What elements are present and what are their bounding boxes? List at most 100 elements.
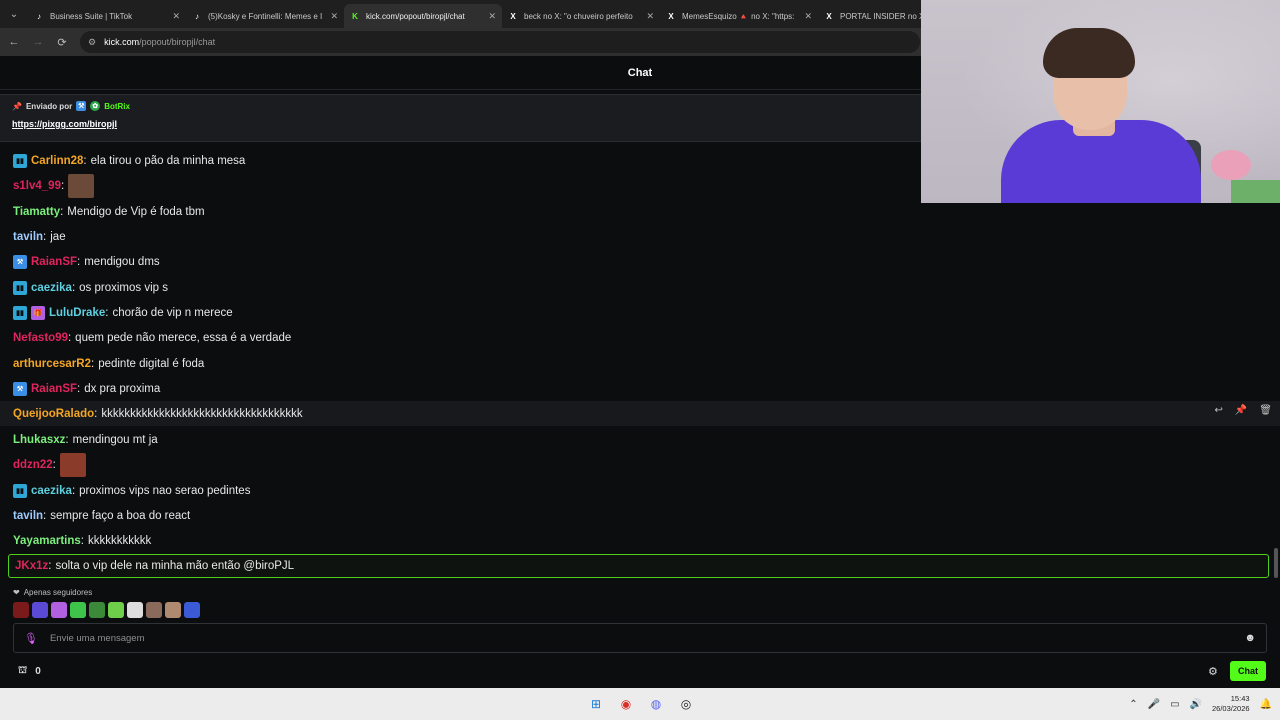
send-chat-button[interactable]: Chat <box>1230 661 1266 681</box>
chat-username[interactable]: taviln <box>13 231 43 243</box>
tray-volume-icon[interactable]: 🔊 <box>1190 699 1202 710</box>
tab-strip: ♪ Business Suite | TikTok ✕ ♪ (5)Kosky e Fon… <box>28 0 976 28</box>
browser-tab[interactable]: Kkick.com/popout/biropjl/chat ✕ <box>344 4 502 28</box>
username-separator: : <box>71 281 76 294</box>
browser-tab[interactable]: X MemesEsquizo 🔺 no X: "https: ✕ <box>660 4 818 28</box>
chat-message-text: mendigou dms <box>84 255 160 268</box>
quick-emote[interactable] <box>108 602 124 618</box>
tab-search-icon[interactable]: ⌄ <box>0 0 28 28</box>
pinned-link[interactable]: https://pixgg.com/biropjl <box>12 119 910 129</box>
tiktok-icon: ♪ <box>37 11 41 21</box>
quick-emote[interactable] <box>127 602 143 618</box>
site-info-icon[interactable]: ⚙ <box>88 37 96 48</box>
channel-points[interactable]: ⛫ 0 <box>18 665 41 678</box>
chat-message[interactable]: ▮▮ caezika: os proximos vip s <box>0 275 1280 300</box>
chat-username[interactable]: Tiamatty <box>13 206 60 218</box>
quick-emote[interactable] <box>51 602 67 618</box>
tab-title: beck no X: "o chuveiro perfeito <box>524 11 633 21</box>
browser-tab[interactable]: ♪ (5)Kosky e Fontinelli: Memes e I ✕ <box>186 4 344 28</box>
chat-message[interactable]: ⚒ RaianSF: dx pra proxima <box>0 376 1280 401</box>
back-icon[interactable]: ← <box>2 36 26 48</box>
message-actions: ↩ 📌 🗑 <box>1214 405 1272 416</box>
chat-username[interactable]: Carlinn28 <box>31 155 83 167</box>
settings-gear-icon[interactable]: ⚙ <box>1208 665 1218 678</box>
tab-title: (5)Kosky e Fontinelli: Memes e I <box>208 11 323 21</box>
quick-emote[interactable] <box>70 602 86 618</box>
chat-username[interactable]: taviln <box>13 510 43 522</box>
chat-message[interactable]: Yayamartins: kkkkkkkkkkk <box>0 528 1280 553</box>
chat-message-text: quem pede não merece, essa é a verdade <box>75 331 292 344</box>
delete-icon[interactable]: 🗑 <box>1259 405 1272 416</box>
chat-emote[interactable] <box>68 173 95 198</box>
chat-username[interactable]: caezika <box>31 282 72 294</box>
chat-username[interactable]: JKx1z <box>15 560 48 572</box>
reply-icon[interactable]: ↩ <box>1214 405 1222 416</box>
quick-emote[interactable] <box>184 602 200 618</box>
chat-username[interactable]: Yayamartins <box>13 535 81 547</box>
url-host: kick.com <box>104 37 140 47</box>
chrome-icon[interactable]: ◉ <box>616 694 636 714</box>
chat-username[interactable]: s1lv4_99 <box>13 180 61 192</box>
url-field[interactable]: ⚙ kick.com/popout/biropjl/chat <box>80 31 920 53</box>
chat-username[interactable]: Nefasto99 <box>13 332 68 344</box>
tab-close-icon[interactable]: ✕ <box>488 11 496 22</box>
quick-emote[interactable] <box>165 602 181 618</box>
chat-username[interactable]: RaianSF <box>31 256 77 268</box>
system-clock[interactable]: 15:43 26/03/2026 <box>1212 694 1250 714</box>
chat-message-text: kkkkkkkkkkk <box>87 534 152 547</box>
browser-tab[interactable]: ♪ Business Suite | TikTok ✕ <box>28 4 186 28</box>
chat-message[interactable]: ddzn22: <box>0 452 1280 477</box>
microphone-icon[interactable]: 🎙 <box>24 632 38 645</box>
subscriber-badge-icon: ▮▮ <box>13 305 27 320</box>
quick-emote[interactable] <box>146 602 162 618</box>
chat-username[interactable]: RaianSF <box>31 383 77 395</box>
chat-message[interactable]: taviln: jae <box>0 224 1280 249</box>
kick-icon: K <box>352 11 358 21</box>
chat-message-text: kkkkkkkkkkkkkkkkkkkkkkkkkkkkkkkkkkk <box>101 407 303 420</box>
tray-mic-icon[interactable]: 🎤 <box>1148 699 1160 710</box>
windows-start-icon[interactable]: ⊞ <box>586 694 606 714</box>
chat-username[interactable]: ddzn22 <box>13 459 53 471</box>
chat-scrollbar[interactable] <box>1274 548 1278 578</box>
quick-emote[interactable] <box>13 602 29 618</box>
chat-username[interactable]: LuluDrake <box>49 307 105 319</box>
tab-close-icon[interactable]: ✕ <box>646 11 654 22</box>
chat-message[interactable]: Lhukasxz: mendingou mt ja <box>0 427 1280 452</box>
chat-username[interactable]: Lhukasxz <box>13 434 65 446</box>
emoji-picker-icon[interactable]: ☻ <box>1244 632 1256 644</box>
discord-icon[interactable]: ◍ <box>646 694 666 714</box>
chat-username[interactable]: caezika <box>31 485 72 497</box>
chat-emote[interactable] <box>59 452 86 477</box>
cam-decoration <box>1231 180 1280 203</box>
pin-icon[interactable]: 📌 <box>1235 405 1247 416</box>
pinned-label: Enviado por <box>25 101 73 111</box>
pinned-sender[interactable]: BotRix <box>104 102 130 111</box>
chat-message[interactable]: ⚒ RaianSF: mendigou dms <box>0 249 1280 274</box>
chat-message[interactable]: Nefasto99: quem pede não merece, essa é … <box>0 325 1280 350</box>
chat-message[interactable]: ▮▮ caezika: proximos vips nao serao pedin… <box>0 478 1280 503</box>
forward-icon[interactable]: → <box>26 36 50 48</box>
chat-message-text: pedinte digital é foda <box>98 357 205 370</box>
message-input[interactable]: 🎙 Envie uma mensagem ☻ <box>13 623 1267 653</box>
chat-message[interactable]: ▮▮ 🎁 LuluDrake: chorão de vip n merece <box>0 300 1280 325</box>
chat-message-text: proximos vips nao serao pedintes <box>79 484 251 497</box>
chat-username[interactable]: arthurcesarR2 <box>13 358 91 370</box>
reload-icon[interactable]: ⟳ <box>50 36 74 49</box>
chat-message[interactable]: taviln: sempre faço a boa do react <box>0 503 1280 528</box>
tab-close-icon[interactable]: ✕ <box>172 11 180 22</box>
obs-icon[interactable]: ◎ <box>676 694 696 714</box>
tab-title: Business Suite | TikTok <box>50 11 133 21</box>
quick-emote[interactable] <box>89 602 105 618</box>
tray-network-icon[interactable]: ▭ <box>1170 699 1179 710</box>
tab-close-icon[interactable]: ✕ <box>804 11 812 22</box>
chat-username[interactable]: QueijooRalado <box>13 408 94 420</box>
tab-close-icon[interactable]: ✕ <box>330 11 338 22</box>
quick-emote[interactable] <box>32 602 48 618</box>
clock-date: 26/03/2026 <box>1212 704 1250 713</box>
tray-chevron-icon[interactable]: ⌃ <box>1129 699 1137 710</box>
notifications-icon[interactable]: 🔔 <box>1260 699 1272 710</box>
highlighted-chat-message[interactable]: JKx1z: solta o vip dele na minha mão ent… <box>8 554 1269 578</box>
chat-message[interactable]: arthurcesarR2: pedinte digital é foda <box>0 351 1280 376</box>
browser-tab[interactable]: Xbeck no X: "o chuveiro perfeito ✕ <box>502 4 660 28</box>
chat-message[interactable]: QueijooRalado: kkkkkkkkkkkkkkkkkkkkkkkkk… <box>0 401 1280 426</box>
